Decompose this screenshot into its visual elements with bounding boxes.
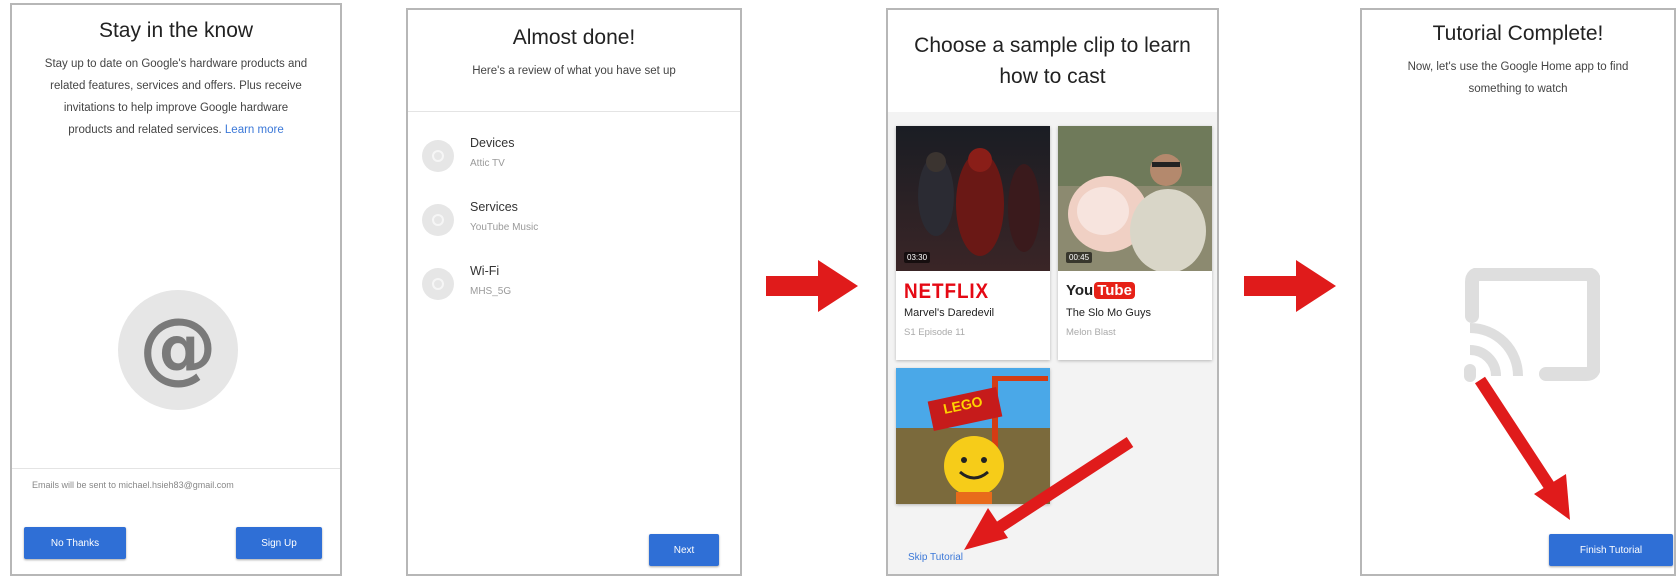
- sign-up-button[interactable]: Sign Up: [236, 527, 322, 559]
- review-item-label: Wi-Fi: [470, 264, 500, 278]
- wifi-icon: [422, 268, 454, 300]
- services-icon: [422, 204, 454, 236]
- learn-more-link[interactable]: Learn more: [225, 124, 284, 136]
- clip-duration: 03:30: [904, 252, 931, 263]
- red-arrow-icon: [964, 436, 1134, 550]
- review-item-label: Devices: [470, 136, 515, 150]
- review-item-value: YouTube Music: [470, 222, 539, 233]
- screen2-divider: [408, 111, 740, 112]
- youtube-logo: You Tube: [1066, 282, 1135, 299]
- review-item-value: MHS_5G: [470, 286, 512, 297]
- clip-meta: Melon Blast: [1066, 327, 1116, 338]
- review-item-label: Services: [470, 200, 518, 214]
- screen1-title: Stay in the know: [98, 19, 254, 42]
- at-sign-icon: @: [118, 290, 238, 410]
- red-arrow-icon: [1244, 260, 1336, 312]
- clip-duration: 00:45: [1066, 252, 1093, 263]
- clip-meta: S1 Episode 11: [904, 327, 966, 338]
- clip-card-slo-mo-guys[interactable]: 00:45 You Tube The Slo Mo Guys Melon Bla…: [1058, 126, 1212, 360]
- review-item-services: Services YouTube Music: [422, 200, 730, 250]
- next-button[interactable]: Next: [649, 534, 719, 566]
- slo-mo-guys-thumbnail: 00:45: [1058, 126, 1212, 273]
- screen4-subtitle: Now, let's use the Google Home app to fi…: [1407, 61, 1629, 95]
- youtube-logo-tube: Tube: [1094, 282, 1135, 299]
- screen2-subtitle: Here's a review of what you have set up: [472, 65, 676, 77]
- daredevil-thumbnail: 03:30: [896, 126, 1050, 271]
- red-arrow-icon: [766, 260, 858, 312]
- screen3-title: Choose a sample clip to learn how to cas…: [914, 34, 1191, 88]
- review-item-wifi: Wi-Fi MHS_5G: [422, 264, 730, 314]
- email-note: Emails will be sent to michael.hsieh83@g…: [32, 480, 234, 490]
- screen1-divider: [12, 468, 340, 469]
- clip-name: The Slo Mo Guys: [1066, 307, 1151, 319]
- screen1-body: Stay up to date on Google's hardware pro…: [42, 53, 310, 141]
- svg-text:@: @: [139, 303, 217, 393]
- screen2-title: Almost done!: [512, 26, 636, 49]
- youtube-logo-you: You: [1066, 282, 1094, 299]
- clip-name: Marvel's Daredevil: [904, 307, 995, 319]
- no-thanks-button[interactable]: No Thanks: [24, 527, 126, 559]
- cast-icon: [1460, 267, 1601, 386]
- review-item-value: Attic TV: [470, 158, 505, 169]
- red-arrow-icon: [1474, 376, 1570, 520]
- clip-card-daredevil[interactable]: 03:30 NETFLIX Marvel's Daredevil S1 Epis…: [896, 126, 1050, 360]
- finish-tutorial-button[interactable]: Finish Tutorial: [1549, 534, 1673, 566]
- devices-icon: [422, 140, 454, 172]
- screen-stay-in-the-know: Stay in the know Stay up to date on Goog…: [10, 3, 342, 576]
- netflix-logo: NETFLIX: [904, 280, 990, 303]
- review-item-devices: Devices Attic TV: [422, 136, 730, 186]
- screen4-title: Tutorial Complete!: [1432, 22, 1604, 45]
- screen-almost-done: Almost done! Here's a review of what you…: [406, 8, 742, 576]
